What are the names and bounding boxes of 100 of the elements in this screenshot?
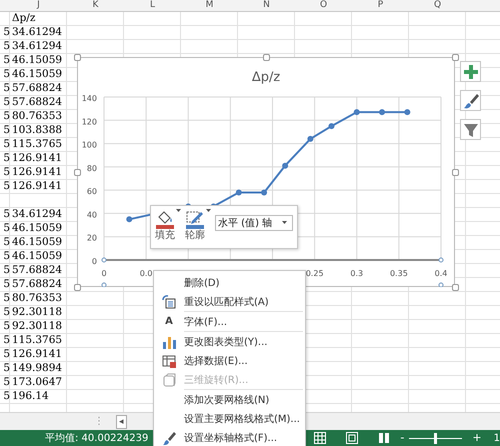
caret-icon: [206, 209, 211, 213]
axis-label: 0.35: [390, 269, 408, 278]
average-readout: 平均值: 40.00224239: [45, 432, 148, 445]
chart-brush-button[interactable]: [460, 90, 481, 111]
table-cell: 5: [3, 348, 10, 360]
menu-item[interactable]: 删除(D): [154, 273, 305, 292]
add-icon: [462, 62, 480, 80]
table-cell: 5: [3, 320, 10, 332]
table-cell: 103.8388: [12, 124, 62, 136]
column-header[interactable]: N: [238, 0, 295, 11]
table-cell: 5: [3, 264, 10, 276]
table-cell: 5: [3, 152, 10, 164]
paint-bucket-icon: [155, 209, 175, 229]
table-cell: 5: [3, 26, 10, 38]
brush-icon: [462, 92, 480, 110]
table-cell: 5: [3, 40, 10, 52]
column-header[interactable]: O: [295, 0, 352, 11]
zoom-out-button[interactable]: -: [400, 432, 404, 444]
table-cell: 34.61294: [12, 40, 62, 52]
resize-handle[interactable]: [452, 54, 459, 61]
axis-label: 120: [82, 117, 97, 126]
menu-item[interactable]: 选择数据(E)...: [154, 351, 305, 370]
table-cell: 46.15059: [12, 54, 62, 66]
table-cell: 115.3765: [12, 334, 62, 346]
outline-button[interactable]: 轮廓: [185, 209, 211, 242]
fill-button[interactable]: 填充: [155, 209, 181, 242]
table-cell: 5: [3, 96, 10, 108]
table-cell: 5: [3, 376, 10, 388]
scroll-left-button[interactable]: ◂: [116, 414, 127, 428]
table-cell: 5: [3, 208, 10, 220]
axis-label: 0.0: [140, 269, 152, 278]
axis-label: 0.25: [306, 269, 324, 278]
table-cell: 5: [3, 82, 10, 94]
column-header[interactable]: L: [124, 0, 181, 11]
data-point: [126, 216, 132, 222]
data-point: [354, 109, 360, 116]
column-header[interactable]: M: [181, 0, 238, 11]
table-cell: 46.15059: [12, 222, 62, 234]
table-cell: 5: [3, 166, 10, 178]
axis-label: 0: [101, 269, 107, 278]
caret-icon: [282, 221, 287, 225]
table-cell: 5: [3, 278, 10, 290]
axis-label: 100: [82, 140, 97, 150]
element-dropdown[interactable]: 水平 (值) 轴: [215, 215, 293, 231]
table-cell: 5: [3, 124, 10, 136]
brush-icon: [161, 430, 177, 446]
table-icon: [161, 352, 177, 368]
axis-label: 20: [86, 234, 97, 243]
table-cell: 149.9894: [12, 362, 62, 374]
table-cell: 173.0647: [12, 376, 62, 388]
page-break-icon[interactable]: [378, 432, 390, 444]
table-cell: 126.9141: [12, 348, 62, 360]
table-cell: 5: [3, 306, 10, 318]
data-point: [328, 123, 334, 130]
resize-handle[interactable]: [74, 284, 81, 291]
resize-handle[interactable]: [263, 54, 270, 61]
axis-label: 60: [86, 187, 97, 196]
table-cell: 126.9141: [12, 152, 62, 164]
resize-handle[interactable]: [74, 54, 81, 61]
table-cell: 46.15059: [12, 250, 62, 262]
page-icon[interactable]: [346, 432, 358, 444]
menu-item[interactable]: 添加次要网格线(N): [154, 390, 305, 409]
menu-item[interactable]: 设置坐标轴格式(F)...: [154, 428, 305, 446]
chart-filter-button[interactable]: [460, 119, 481, 140]
data-point: [379, 109, 386, 116]
axis-label: 140: [82, 94, 97, 103]
table-cell: 5: [3, 292, 10, 304]
table-cell: 92.30118: [12, 306, 62, 318]
table-cell: 115.3765: [12, 138, 62, 150]
table-cell: 5: [3, 334, 10, 346]
table-cell: Δp/z: [12, 12, 36, 24]
table-cell: 34.61294: [12, 208, 62, 220]
table-cell: 5: [3, 180, 10, 192]
table-cell: 57.68824: [12, 96, 62, 108]
table-cell: 5: [3, 222, 10, 234]
table-cell: 80.76353: [12, 292, 62, 304]
menu-item[interactable]: 重设以匹配样式(A): [154, 292, 305, 311]
menu-item[interactable]: A 字体(F)...: [154, 312, 305, 331]
axis-label: 40: [86, 210, 97, 220]
table-cell: 126.9141: [12, 180, 62, 192]
column-header[interactable]: Q: [409, 0, 466, 11]
slider-thumb[interactable]: [434, 432, 437, 444]
resize-handle[interactable]: [74, 169, 81, 176]
axis-label: 0.3: [350, 269, 364, 278]
font-icon: A: [165, 316, 173, 327]
table-cell: 34.61294: [12, 26, 62, 38]
menu-item[interactable]: 更改图表类型(Y)...: [154, 332, 305, 351]
data-point: [404, 109, 410, 116]
resize-handle[interactable]: [452, 284, 459, 291]
menu-item[interactable]: 设置主要网格线格式(M)...: [154, 409, 305, 428]
table-cell: 80.76353: [12, 110, 62, 122]
caret-icon: [176, 209, 181, 213]
column-header[interactable]: P: [352, 0, 409, 11]
table-cell: 126.9141: [12, 166, 62, 178]
resize-handle[interactable]: [452, 169, 459, 176]
zoom-in-button[interactable]: +: [472, 432, 482, 444]
column-header[interactable]: K: [67, 0, 124, 11]
column-header[interactable]: J: [10, 0, 67, 11]
grid-icon[interactable]: [314, 432, 326, 444]
chart-add-button[interactable]: [460, 61, 481, 82]
